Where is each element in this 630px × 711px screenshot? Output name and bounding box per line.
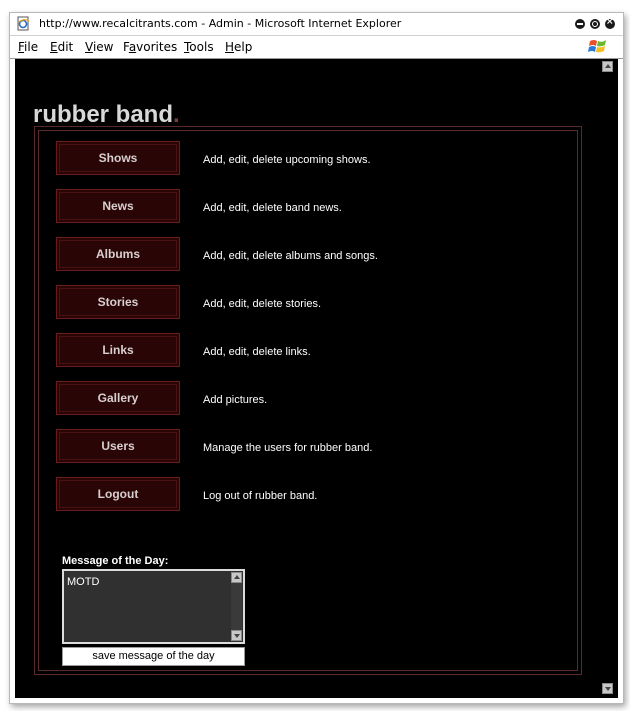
- nav-row-logout: Logout Log out of rubber band.: [56, 477, 576, 513]
- albums-button-label: Albums: [95, 247, 140, 261]
- motd-text: MOTD: [67, 576, 100, 588]
- links-description: Add, edit, delete links.: [203, 346, 311, 358]
- albums-button[interactable]: Albums: [56, 237, 180, 271]
- news-description: Add, edit, delete band news.: [203, 202, 342, 214]
- save-motd-button[interactable]: save message of the day: [62, 647, 245, 666]
- stories-button[interactable]: Stories: [56, 285, 180, 319]
- logout-button[interactable]: Logout: [56, 477, 180, 511]
- gallery-button[interactable]: Gallery: [56, 381, 180, 415]
- close-icon[interactable]: ×: [605, 17, 615, 29]
- stories-button-label: Stories: [97, 295, 139, 309]
- shows-button[interactable]: Shows: [56, 141, 180, 175]
- gallery-description: Add pictures.: [203, 394, 268, 406]
- maximize-icon[interactable]: [590, 19, 600, 29]
- page-viewport: rubber band. Shows Add, edit, delete upc…: [15, 59, 618, 698]
- users-button-label: Users: [101, 439, 135, 453]
- menu-tools[interactable]: Tools: [184, 40, 214, 54]
- menu-edit[interactable]: Edit: [50, 40, 73, 54]
- scroll-down-arrow[interactable]: [602, 683, 613, 694]
- browser-window: http://www.recalcitrants.com - Admin - M…: [9, 12, 624, 704]
- links-button[interactable]: Links: [56, 333, 180, 367]
- motd-label: Message of the Day:: [62, 555, 169, 567]
- users-description: Manage the users for rubber band.: [203, 442, 373, 454]
- motd-scroll-up-arrow[interactable]: [231, 572, 242, 583]
- ie-page-icon: [17, 16, 30, 31]
- nav-row-news: News Add, edit, delete band news.: [56, 189, 576, 225]
- nav-row-gallery: Gallery Add pictures.: [56, 381, 576, 417]
- nav-row-stories: Stories Add, edit, delete stories.: [56, 285, 576, 321]
- menu-help[interactable]: Help: [225, 40, 252, 54]
- menu-favorites[interactable]: Favorites: [123, 40, 177, 54]
- menu-view[interactable]: View: [85, 40, 113, 54]
- links-button-label: Links: [102, 343, 134, 357]
- menu-file[interactable]: File: [18, 40, 38, 54]
- scroll-up-arrow[interactable]: [602, 61, 613, 72]
- nav-row-links: Links Add, edit, delete links.: [56, 333, 576, 369]
- shows-description: Add, edit, delete upcoming shows.: [203, 154, 371, 166]
- nav-row-albums: Albums Add, edit, delete albums and song…: [56, 237, 576, 273]
- gallery-button-label: Gallery: [97, 391, 139, 405]
- logo-text: rubber band: [33, 101, 174, 128]
- logout-button-label: Logout: [97, 487, 139, 501]
- windows-logo-icon: [588, 40, 606, 53]
- menu-bar: File Edit View Favorites Tools Help: [10, 36, 623, 59]
- users-button[interactable]: Users: [56, 429, 180, 463]
- site-logo: rubber band.: [33, 101, 180, 129]
- logo-dot: .: [173, 101, 180, 128]
- motd-textarea[interactable]: MOTD: [62, 569, 245, 644]
- minimize-icon[interactable]: [575, 19, 585, 29]
- nav-row-shows: Shows Add, edit, delete upcoming shows.: [56, 141, 576, 177]
- nav-row-users: Users Manage the users for rubber band.: [56, 429, 576, 465]
- logout-description: Log out of rubber band.: [203, 490, 318, 502]
- stories-description: Add, edit, delete stories.: [203, 298, 322, 310]
- title-bar[interactable]: http://www.recalcitrants.com - Admin - M…: [10, 13, 623, 36]
- motd-scroll-down-arrow[interactable]: [231, 630, 242, 641]
- albums-description: Add, edit, delete albums and songs.: [203, 250, 378, 262]
- motd-scrollbar[interactable]: [231, 572, 242, 641]
- news-button[interactable]: News: [56, 189, 180, 223]
- news-button-label: News: [102, 199, 134, 213]
- shows-button-label: Shows: [98, 151, 138, 165]
- window-title: http://www.recalcitrants.com - Admin - M…: [39, 17, 402, 30]
